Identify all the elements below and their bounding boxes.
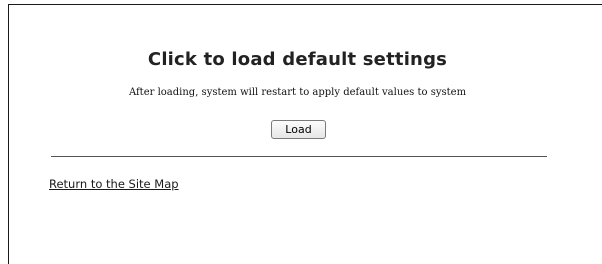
load-button[interactable]: Load [271, 120, 326, 139]
page-title: Click to load default settings [147, 49, 448, 70]
divider [51, 156, 547, 157]
load-description: After loading, system will restart to ap… [128, 87, 467, 98]
site-map-link[interactable]: Return to the Site Map [49, 177, 179, 191]
